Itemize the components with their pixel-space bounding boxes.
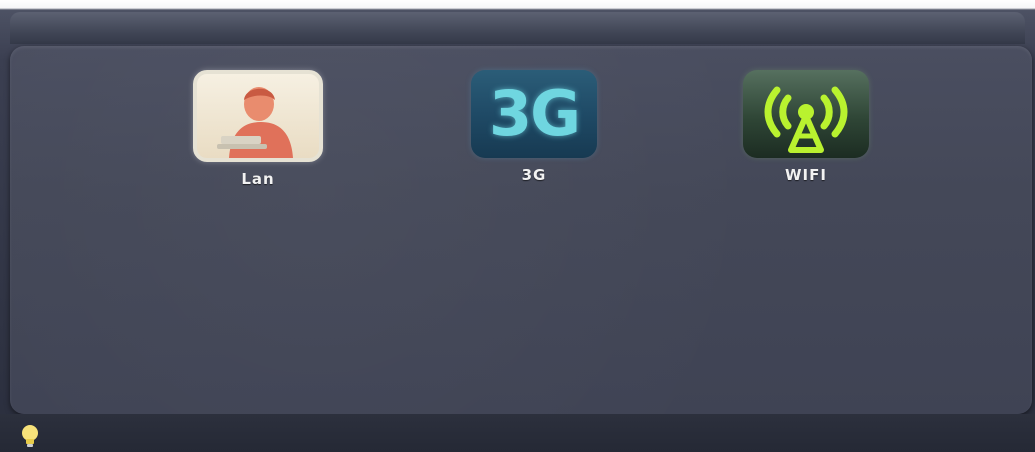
lightbulb-icon[interactable] — [20, 424, 40, 448]
menu-item-lan[interactable]: Lan — [188, 70, 328, 188]
menu-item-3g[interactable]: 3G 3G — [464, 70, 604, 184]
menu-item-label: 3G — [521, 166, 547, 184]
menu-item-wifi[interactable]: WIFI — [736, 70, 876, 184]
screen: Lan 3G 3G WIFI — [0, 0, 1035, 452]
lan-tile[interactable] — [193, 70, 323, 162]
3g-icon: 3G — [488, 77, 581, 150]
wifi-antenna-icon — [764, 86, 848, 153]
3g-tile[interactable]: 3G — [471, 70, 597, 158]
lan-person-icon — [217, 87, 293, 158]
menu-item-label: WIFI — [785, 166, 827, 184]
wifi-tile[interactable] — [743, 70, 869, 158]
top-bar — [10, 12, 1025, 44]
menu-item-label: Lan — [241, 170, 275, 188]
status-bar — [0, 414, 1035, 452]
